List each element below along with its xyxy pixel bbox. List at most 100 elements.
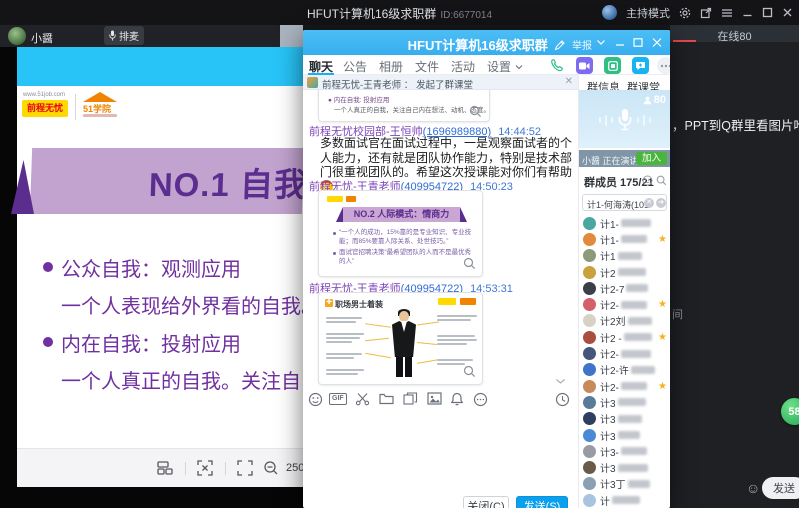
minimize-icon[interactable] <box>742 7 753 18</box>
magnifier-icon[interactable] <box>463 365 476 378</box>
close-chat-button[interactable]: 关闭(C) <box>463 496 509 508</box>
member-search-input[interactable]: 计1-何海涛(101 ✕ ➜ <box>582 194 667 211</box>
close-icon[interactable] <box>782 7 793 18</box>
image-icon[interactable] <box>427 392 442 405</box>
member-avatar <box>583 217 596 230</box>
collapse-chevron-icon[interactable] <box>555 378 566 385</box>
member-name-redacted <box>618 415 642 423</box>
card-line: 一个人真正的自我，关注自己内在想法、动机、态度。 <box>334 104 490 114</box>
slide-bullet-2-sub: 一个人真正的自我。关注自己 <box>61 365 303 394</box>
member-search-icon[interactable] <box>656 175 667 186</box>
voice-class-panel[interactable]: 80 <box>579 90 670 148</box>
search-next-icon[interactable]: ➜ <box>656 198 666 208</box>
magnifier-icon[interactable] <box>463 257 476 270</box>
member-name-redacted <box>621 235 647 243</box>
send-message-button[interactable]: 发送(S) <box>516 496 568 508</box>
slide-panel-icon[interactable] <box>157 460 174 476</box>
member-name: 计1- <box>600 232 619 247</box>
member-row[interactable]: 计3- <box>579 443 670 459</box>
member-row[interactable]: 计2 -★ <box>579 329 670 345</box>
fit-screen-icon[interactable] <box>197 460 213 476</box>
member-row[interactable]: 计2- <box>579 345 670 361</box>
new-chat-icon[interactable] <box>632 57 649 74</box>
emoji-icon[interactable]: ☺ <box>746 480 760 496</box>
host-avatar[interactable] <box>602 5 617 20</box>
screenshot-scissors-icon[interactable] <box>355 392 370 407</box>
chevron-down-icon[interactable] <box>596 38 606 46</box>
member-row[interactable]: 计2-许 <box>579 362 670 378</box>
member-row[interactable]: 计 <box>579 492 670 508</box>
member-row[interactable]: 计2-★ <box>579 296 670 312</box>
member-avatar <box>583 396 596 409</box>
member-name-redacted <box>626 284 648 292</box>
member-row[interactable]: 计2-★ <box>579 378 670 394</box>
popout-icon[interactable] <box>700 7 712 19</box>
settings-gear-icon[interactable] <box>679 7 691 19</box>
slide-image-card[interactable]: NO.2 人际模式：情商力 “一个人的成功，15%靠的是专业知识、专业技能；而8… <box>318 190 483 277</box>
member-row[interactable]: 计2刘 <box>579 313 670 329</box>
host-mode-label[interactable]: 主持模式 <box>626 5 670 21</box>
queue-mic-button[interactable]: 排麦 <box>104 26 144 45</box>
fullscreen-icon[interactable] <box>237 460 253 476</box>
member-row[interactable]: 计2-7 <box>579 280 670 296</box>
more-tools-icon[interactable] <box>473 392 488 407</box>
member-name: 计2- <box>600 297 619 312</box>
speaker-avatar[interactable] <box>8 27 26 45</box>
member-row[interactable]: 计3 <box>579 394 670 410</box>
chat-maximize-icon[interactable] <box>633 38 643 47</box>
member-row[interactable]: 计3 <box>579 411 670 427</box>
video-call-icon[interactable] <box>576 57 593 74</box>
clear-search-icon[interactable]: ✕ <box>644 198 654 208</box>
report-button[interactable]: 举报 <box>572 37 592 52</box>
member-avatar <box>583 233 596 246</box>
more-options-icon[interactable] <box>657 57 670 74</box>
message-input[interactable] <box>303 410 578 496</box>
menu-icon[interactable] <box>721 8 733 18</box>
member-filter-icon[interactable] <box>642 175 653 186</box>
gif-icon[interactable]: GIF <box>329 393 347 405</box>
overlay-send-button[interactable]: 发送 <box>762 477 799 499</box>
gift-count-badge[interactable]: 58 <box>781 398 799 425</box>
member-name: 计2- <box>600 346 619 361</box>
tab-files[interactable]: 文件 <box>415 58 439 75</box>
group-class-icon[interactable] <box>604 57 621 74</box>
member-name: 计3 <box>600 460 616 475</box>
zoom-out-icon[interactable] <box>263 460 279 476</box>
card-bullet-1: “一个人的成功，15%靠的是专业知识、专业技能；而85%要靠人际关系、处世技巧。… <box>333 229 473 246</box>
member-row[interactable]: 计3丁 <box>579 476 670 492</box>
tab-album[interactable]: 相册 <box>379 58 403 75</box>
member-name: 计2 <box>600 265 616 280</box>
maximize-icon[interactable] <box>762 7 773 18</box>
join-class-button[interactable]: 加入 <box>636 152 667 165</box>
magnifier-icon[interactable] <box>469 105 482 118</box>
slide-top-band <box>17 47 303 86</box>
chat-header[interactable]: HFUT计算机16级求职群 举报 <box>303 30 670 55</box>
member-avatar <box>583 363 596 376</box>
star-icon: ★ <box>658 234 667 245</box>
shake-bell-icon[interactable] <box>450 392 464 406</box>
settings-chevron-icon[interactable] <box>515 64 523 70</box>
presentation-slide: www.51job.com 前程无忧 51学院 NO.1 自我觉 公众自我：观测… <box>17 86 303 448</box>
chat-minimize-icon[interactable] <box>615 38 625 47</box>
notice-close-icon[interactable]: ✕ <box>565 76 573 87</box>
voice-call-icon[interactable] <box>548 57 565 74</box>
emoji-icon[interactable] <box>308 392 323 407</box>
member-row[interactable]: 计1- <box>579 215 670 231</box>
slide-banner: NO.1 自我觉 <box>30 148 303 214</box>
history-clock-icon[interactable] <box>555 392 570 407</box>
slide-bullet-1: 公众自我：观测应用 <box>61 253 241 282</box>
collage-icon[interactable] <box>403 392 418 406</box>
member-row[interactable]: 计3 <box>579 459 670 475</box>
chat-close-icon[interactable] <box>652 38 662 47</box>
tab-settings[interactable]: 设置 <box>487 58 511 75</box>
tab-announcement[interactable]: 公告 <box>343 58 367 75</box>
suit-image-card[interactable]: ✚ 职场男士着装 <box>318 292 483 385</box>
member-row[interactable]: 计1 <box>579 248 670 264</box>
member-row[interactable]: 计2 <box>579 264 670 280</box>
member-row[interactable]: 计1- ★ <box>579 231 670 247</box>
send-file-icon[interactable] <box>379 392 394 405</box>
speaker-name: 小醤 <box>31 30 53 46</box>
tab-activity[interactable]: 活动 <box>451 58 475 75</box>
member-row[interactable]: 计3 <box>579 427 670 443</box>
edit-pencil-icon[interactable] <box>554 40 565 51</box>
